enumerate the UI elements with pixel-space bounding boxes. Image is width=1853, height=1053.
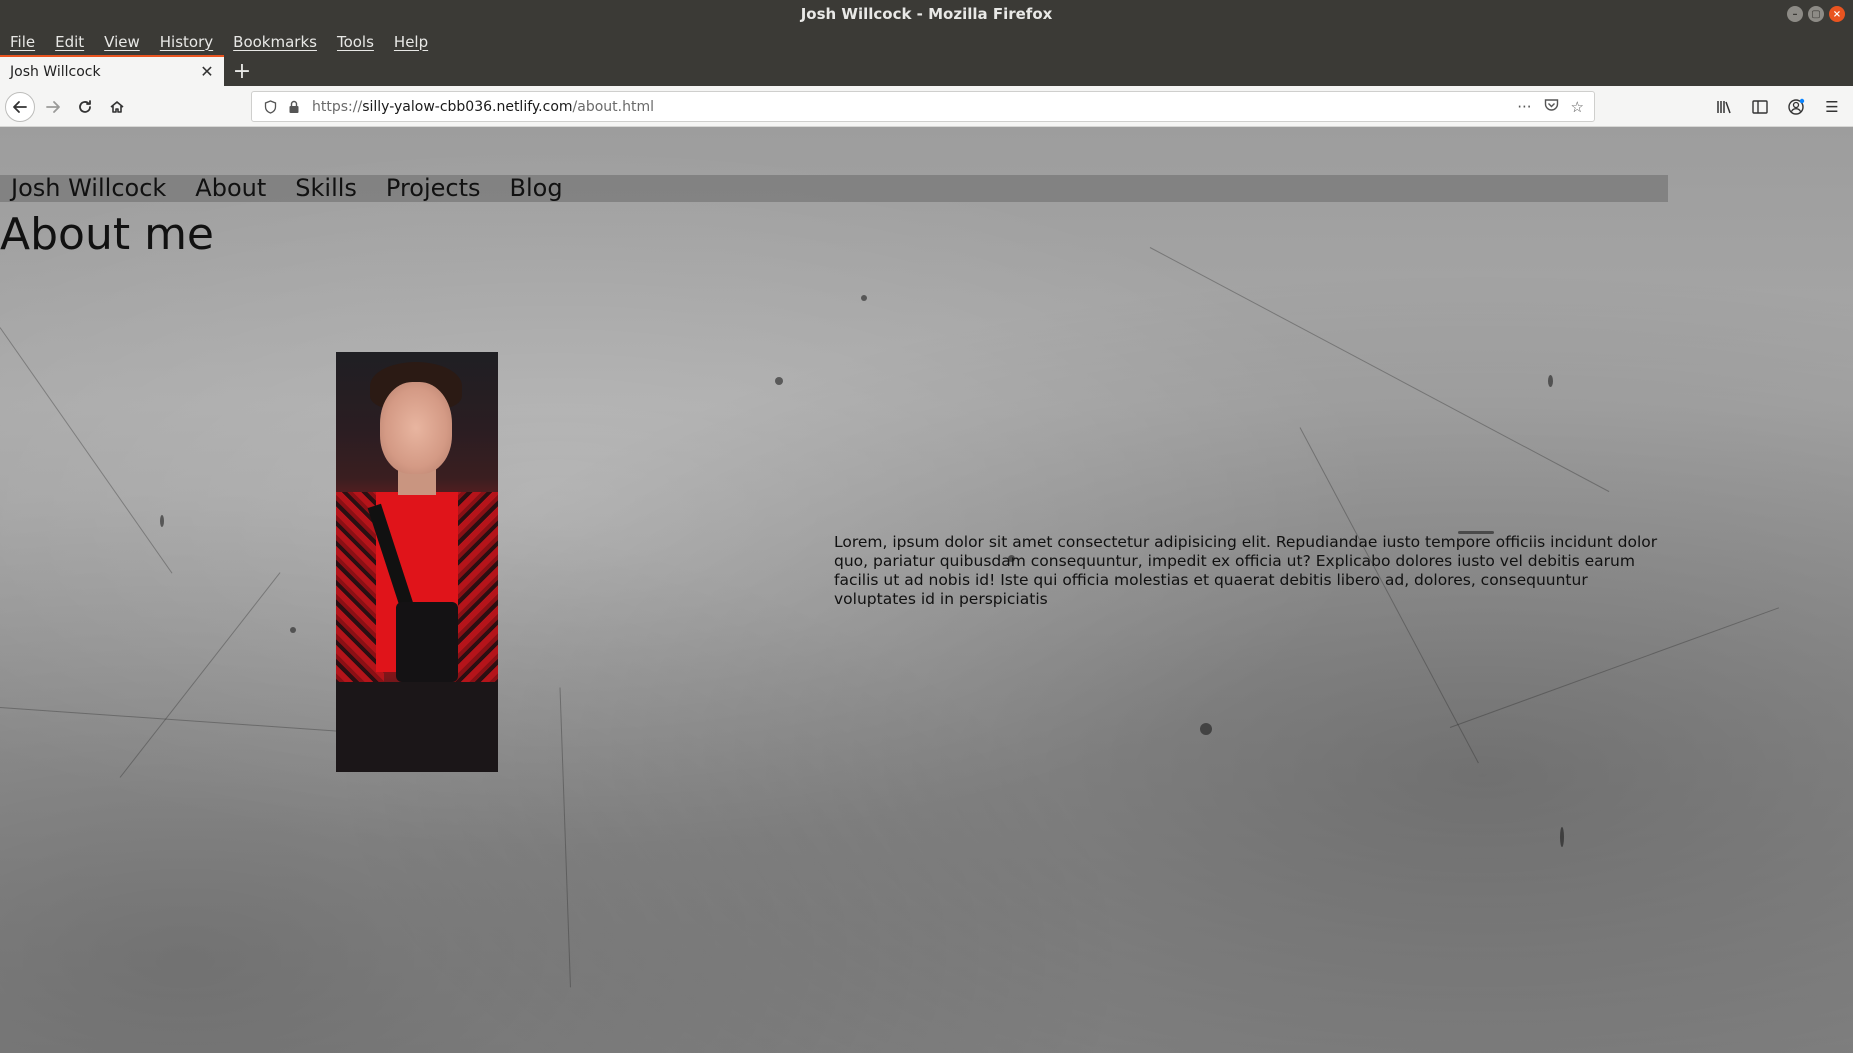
texture-scratch [119, 572, 281, 778]
home-icon[interactable] [102, 92, 132, 122]
window-controls: – ▢ × [1787, 6, 1845, 22]
maximize-icon[interactable]: ▢ [1808, 6, 1824, 22]
menu-help[interactable]: Help [384, 33, 438, 51]
url-actions: ··· ☆ [1517, 98, 1584, 116]
photo-detail [396, 602, 458, 682]
shield-icon[interactable] [256, 99, 284, 114]
nav-link-projects[interactable]: Projects [386, 175, 481, 202]
menu-history[interactable]: History [150, 33, 223, 51]
menu-tools[interactable]: Tools [327, 33, 384, 51]
texture-scratch [559, 687, 571, 988]
texture-spot [160, 515, 164, 527]
minimize-icon[interactable]: – [1787, 6, 1803, 22]
texture-spot [1560, 827, 1564, 847]
star-icon[interactable]: ☆ [1571, 98, 1584, 116]
ellipsis-icon[interactable]: ··· [1517, 98, 1531, 116]
about-paragraph: Lorem, ipsum dolor sit amet consectetur … [834, 533, 1658, 608]
texture-spot [290, 627, 296, 633]
new-tab-icon[interactable]: + [230, 59, 254, 84]
menu-file[interactable]: File [10, 33, 45, 51]
lock-icon[interactable] [284, 100, 304, 114]
url-bar[interactable]: https://silly-yalow-cbb036.netlify.com/a… [251, 91, 1595, 122]
forward-arrow-icon[interactable] [38, 92, 68, 122]
nav-link-blog[interactable]: Blog [510, 175, 563, 202]
close-icon[interactable]: × [1829, 6, 1845, 22]
window-titlebar: Josh Willcock - Mozilla Firefox – ▢ × [0, 0, 1853, 28]
photo-detail [336, 682, 498, 772]
tab-josh-willcock[interactable]: Josh Willcock ✕ [0, 55, 224, 86]
nav-link-skills[interactable]: Skills [295, 175, 357, 202]
window-title: Josh Willcock - Mozilla Firefox [800, 5, 1053, 23]
back-arrow-icon[interactable] [5, 92, 35, 122]
url-prefix: https:// [312, 98, 363, 115]
url-domain: silly-yalow-cbb036.netlify.com [362, 98, 573, 115]
site-nav: Josh Willcock About Skills Projects Blog [0, 175, 1668, 202]
menu-bookmarks[interactable]: Bookmarks [223, 33, 327, 51]
texture-spot [861, 295, 867, 301]
texture-spot [1200, 723, 1212, 735]
nav-link-home[interactable]: Josh Willcock [11, 175, 166, 202]
page-title: About me [0, 209, 215, 260]
hamburger-menu-icon[interactable]: ☰ [1819, 92, 1845, 122]
navigation-toolbar: https://silly-yalow-cbb036.netlify.com/a… [0, 86, 1853, 127]
menu-view[interactable]: View [94, 33, 150, 51]
tab-close-icon[interactable]: ✕ [196, 61, 218, 83]
menu-bar: File Edit View History Bookmarks Tools H… [0, 28, 1853, 55]
texture-spot [775, 377, 783, 385]
texture-scratch [0, 327, 173, 574]
tab-title: Josh Willcock [10, 63, 101, 80]
toolbar-right: ☰ [1711, 92, 1853, 122]
url-path: /about.html [572, 98, 654, 115]
reload-icon[interactable] [70, 92, 100, 122]
texture-scratch [1449, 607, 1780, 728]
page-content: Josh Willcock About Skills Projects Blog… [0, 127, 1853, 1053]
texture-scratch [1149, 247, 1610, 493]
nav-link-about[interactable]: About [195, 175, 266, 202]
account-icon[interactable] [1783, 92, 1809, 122]
url-text[interactable]: https://silly-yalow-cbb036.netlify.com/a… [312, 99, 1517, 115]
menu-edit[interactable]: Edit [45, 33, 94, 51]
tab-strip: Josh Willcock ✕ + [0, 55, 1853, 86]
library-icon[interactable] [1711, 92, 1737, 122]
sidebar-icon[interactable] [1747, 92, 1773, 122]
texture-spot [1548, 375, 1553, 387]
pocket-icon[interactable] [1544, 98, 1559, 116]
profile-photo [336, 352, 498, 772]
photo-detail [380, 382, 452, 474]
